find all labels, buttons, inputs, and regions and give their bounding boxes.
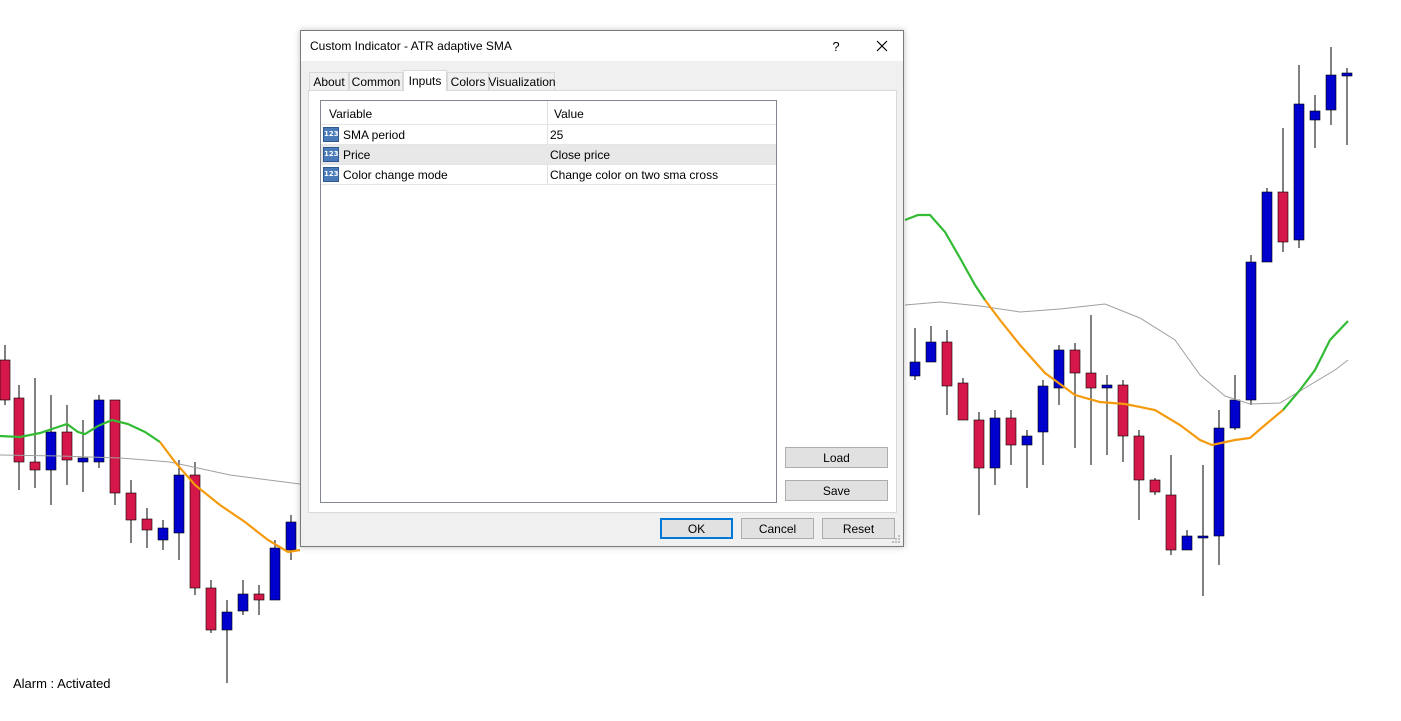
candle-bull: [93, 399, 105, 463]
ok-button[interactable]: OK: [660, 518, 733, 539]
candle-bull: [1021, 435, 1033, 446]
candle-bull: [1181, 535, 1193, 551]
candle-bear: [141, 518, 153, 531]
alarm-status: Alarm : Activated: [13, 676, 111, 691]
candle-bear: [973, 419, 985, 469]
candle-bull: [989, 417, 1001, 469]
candle-bull: [269, 547, 281, 601]
candle-bull: [925, 341, 937, 363]
dialog-titlebar: Custom Indicator - ATR adaptive SMA ?: [301, 31, 903, 61]
cancel-button[interactable]: Cancel: [741, 518, 814, 539]
candle-bear: [125, 492, 137, 521]
help-icon: ?: [832, 38, 840, 54]
input-row-color-change-mode[interactable]: 123 Color change mode Change color on tw…: [321, 165, 776, 185]
variable-value[interactable]: 25: [550, 128, 563, 142]
candle-bear: [253, 593, 265, 601]
variable-value[interactable]: Change color on two sma cross: [550, 168, 718, 182]
column-value[interactable]: Value: [554, 107, 584, 121]
candle-bear: [1149, 479, 1161, 493]
input-row-price[interactable]: 123 Price Close price: [321, 145, 776, 165]
candle-bull: [1229, 399, 1241, 429]
candle-bull: [237, 593, 249, 612]
variable-value[interactable]: Close price: [550, 148, 610, 162]
tab-inputs[interactable]: Inputs: [403, 70, 447, 91]
candle-bull: [285, 521, 297, 551]
integer-type-icon: 123: [323, 147, 339, 162]
variable-name: Price: [343, 148, 371, 162]
integer-type-icon: 123: [323, 167, 339, 182]
help-button[interactable]: ?: [823, 31, 849, 61]
candle-bear: [1085, 372, 1097, 389]
candle-bull: [1245, 261, 1257, 401]
candle-bear: [1165, 494, 1177, 551]
candle-bull: [1037, 385, 1049, 433]
load-button[interactable]: Load: [785, 447, 888, 468]
tab-common[interactable]: Common: [349, 72, 403, 90]
candle-bull: [1101, 384, 1113, 389]
tab-about[interactable]: About: [309, 72, 349, 90]
candle-bear: [957, 382, 969, 421]
reset-button[interactable]: Reset: [822, 518, 895, 539]
candle-bear: [29, 461, 41, 471]
candle-bull: [1293, 103, 1305, 241]
input-row-sma-period[interactable]: 123 SMA period 25: [321, 125, 776, 145]
resize-grip-icon[interactable]: [891, 534, 901, 544]
tab-visualization[interactable]: Visualization: [488, 72, 556, 90]
candle-bull: [173, 474, 185, 534]
candle-bull: [1309, 110, 1321, 121]
candle-bear: [941, 341, 953, 387]
candle-bear: [1117, 384, 1129, 437]
candle-bull: [1341, 72, 1353, 77]
candle-bull: [1197, 535, 1209, 539]
candle-bear: [1005, 417, 1017, 446]
candle-bear: [189, 474, 201, 589]
candle-bull: [1325, 74, 1337, 111]
candle-bear: [109, 399, 121, 494]
fast-sma-green-right: [904, 213, 986, 301]
candle-bull: [909, 361, 921, 377]
candle-bear: [1133, 435, 1145, 481]
inputs-panel: Variable Value 123 SMA period 25 123 Pri…: [308, 90, 897, 513]
candle-bear: [13, 397, 25, 463]
candle-bear: [0, 359, 11, 401]
tab-colors[interactable]: Colors: [447, 72, 489, 90]
candle-bull: [1261, 191, 1273, 263]
save-button[interactable]: Save: [785, 480, 888, 501]
dialog-title: Custom Indicator - ATR adaptive SMA: [310, 39, 512, 53]
candle-bear: [205, 587, 217, 631]
column-variable[interactable]: Variable: [329, 107, 372, 121]
fast-sma-green-right-2: [1282, 320, 1349, 411]
candle-bear: [1277, 191, 1289, 243]
close-icon: [876, 40, 888, 52]
candle-bear: [1069, 349, 1081, 374]
close-button[interactable]: [867, 31, 897, 61]
variable-name: Color change mode: [343, 168, 448, 182]
custom-indicator-dialog: Custom Indicator - ATR adaptive SMA ? Ab…: [300, 30, 904, 547]
inputs-grid: Variable Value 123 SMA period 25 123 Pri…: [320, 100, 777, 503]
slow-sma-line: [0, 454, 301, 485]
candle-bull: [221, 611, 233, 631]
candle-bull: [77, 457, 89, 463]
candle-bull: [157, 527, 169, 541]
grid-header: Variable Value: [321, 101, 776, 125]
integer-type-icon: 123: [323, 127, 339, 142]
candle-bull: [45, 431, 57, 471]
variable-name: SMA period: [343, 128, 406, 142]
